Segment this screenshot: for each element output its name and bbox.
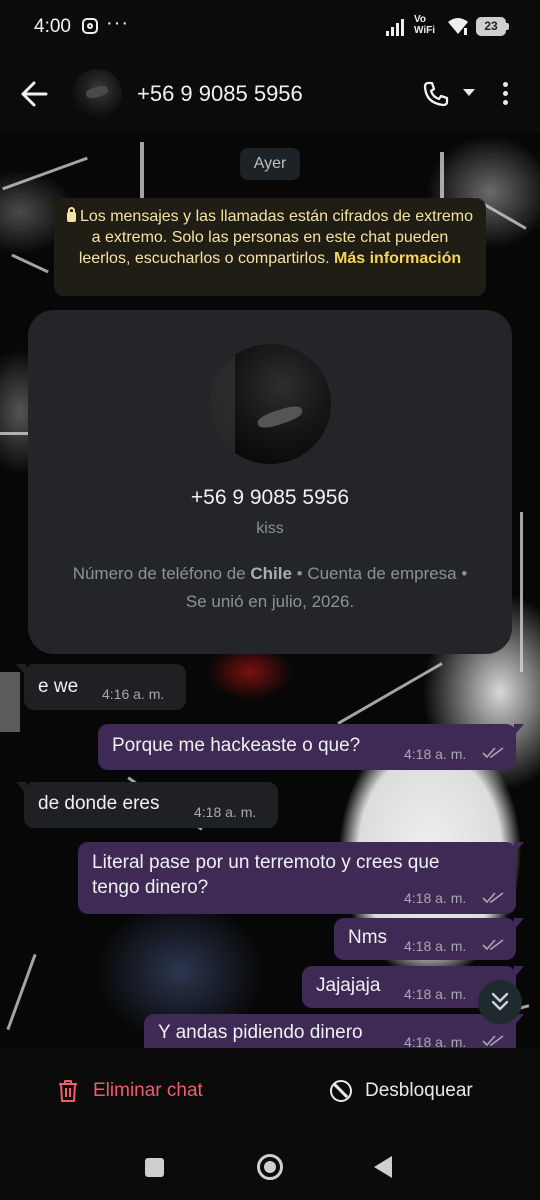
message-text: Porque me hackeaste o que? bbox=[112, 735, 361, 756]
message-text: e we bbox=[38, 676, 79, 697]
contact-name[interactable]: +56 9 9085 5956 bbox=[137, 81, 303, 107]
profile-status: kiss bbox=[256, 520, 284, 537]
block-icon bbox=[330, 1080, 352, 1102]
message-text: de donde eres bbox=[38, 793, 160, 814]
instagram-icon bbox=[82, 18, 98, 34]
message-time: 4:18 a. m. bbox=[404, 938, 467, 954]
message-incoming[interactable]: e we 4:16 a. m. bbox=[16, 664, 186, 710]
message-incoming[interactable]: de donde eres 4:18 a. m. bbox=[16, 782, 278, 828]
message-outgoing[interactable]: Porque me hackeaste o que? 4:18 a. m. bbox=[98, 724, 524, 770]
delete-chat-button[interactable]: Eliminar chat bbox=[58, 1076, 218, 1106]
double-check-icon bbox=[482, 1035, 504, 1047]
message-outgoing[interactable]: Nms 4:18 a. m. bbox=[334, 918, 524, 960]
message-time: 4:18 a. m. bbox=[194, 804, 257, 820]
double-check-icon bbox=[482, 892, 504, 904]
message-text: Jajajaja bbox=[316, 975, 381, 996]
lock-icon bbox=[66, 207, 76, 222]
status-bar: 4:00 ··· Vo WiFi 23 bbox=[0, 0, 540, 56]
delete-chat-label: Eliminar chat bbox=[93, 1080, 203, 1101]
double-check-icon bbox=[482, 747, 504, 759]
trash-icon bbox=[59, 1080, 77, 1102]
message-time: 4:16 a. m. bbox=[102, 686, 165, 702]
unblock-button[interactable]: Desbloquear bbox=[330, 1076, 490, 1106]
message-time: 4:18 a. m. bbox=[404, 986, 467, 1002]
message-text-line2: tengo dinero? bbox=[92, 877, 209, 898]
message-outgoing[interactable]: Y andas pidiendo dinero 4:18 a. m. bbox=[144, 1014, 524, 1048]
profile-card: +56 9 9085 5956 kiss Número de teléfono … bbox=[28, 310, 512, 654]
encryption-notice[interactable]: Los mensajes y las llamadas están cifrad… bbox=[54, 198, 486, 296]
message-time: 4:18 a. m. bbox=[404, 746, 467, 762]
status-time: 4:00 bbox=[34, 16, 71, 37]
message-outgoing[interactable]: Literal pase por un terremoto y crees qu… bbox=[78, 842, 524, 914]
nav-home-icon[interactable] bbox=[257, 1154, 283, 1180]
more-vert-icon[interactable] bbox=[503, 82, 509, 106]
nav-back-icon[interactable] bbox=[374, 1156, 392, 1178]
scroll-down-button[interactable] bbox=[478, 980, 522, 1024]
battery-icon: 23 bbox=[476, 17, 509, 36]
message-time: 4:18 a. m. bbox=[404, 1034, 467, 1048]
avatar[interactable] bbox=[72, 69, 122, 119]
profile-country: Chile bbox=[250, 564, 292, 583]
chat-area[interactable]: Ayer Los mensajes y las llamadas están c… bbox=[0, 132, 540, 1048]
message-text: Y andas pidiendo dinero bbox=[158, 1022, 363, 1043]
profile-avatar[interactable] bbox=[209, 344, 331, 464]
scroll-down-icon bbox=[491, 992, 509, 1011]
double-check-icon bbox=[482, 939, 504, 951]
nav-recents-icon[interactable] bbox=[145, 1158, 164, 1177]
message-text: Nms bbox=[348, 927, 388, 948]
message-text: Literal pase por un terremoto y crees qu… bbox=[92, 852, 440, 873]
back-arrow-icon[interactable] bbox=[20, 80, 48, 108]
more-info-link[interactable]: Más información bbox=[334, 250, 461, 267]
profile-number: +56 9 9085 5956 bbox=[190, 486, 350, 509]
signal-icon bbox=[386, 19, 404, 36]
system-nav-bar bbox=[0, 1136, 540, 1200]
notification-dots: ··· bbox=[106, 12, 129, 34]
blocked-actions-bar: Eliminar chat Desbloquear bbox=[0, 1048, 540, 1136]
chat-header: +56 9 9085 5956 bbox=[0, 56, 540, 132]
message-time: 4:18 a. m. bbox=[404, 890, 467, 906]
vowifi-label: Vo WiFi bbox=[414, 14, 436, 36]
chevron-down-icon[interactable] bbox=[463, 89, 475, 96]
phone-icon[interactable] bbox=[422, 80, 450, 108]
date-chip: Ayer bbox=[240, 148, 300, 180]
unblock-label: Desbloquear bbox=[365, 1080, 473, 1101]
profile-info: Número de teléfono de Chile • Cuenta de … bbox=[72, 564, 468, 611]
wifi-icon bbox=[448, 18, 468, 35]
